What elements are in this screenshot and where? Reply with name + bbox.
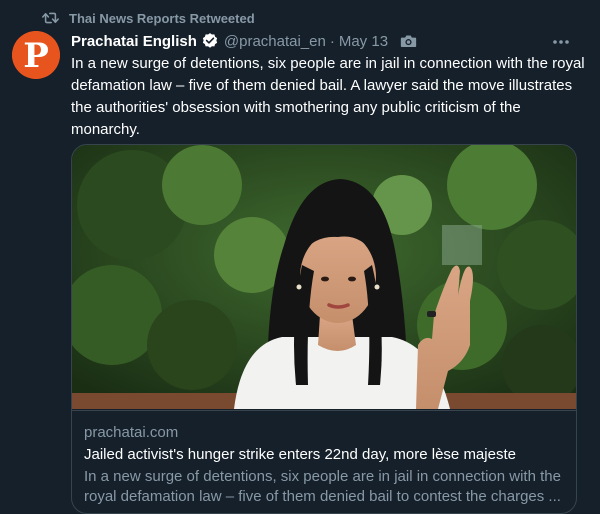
card-image [72,145,576,409]
retweeter-link[interactable]: Thai News Reports Retweeted [69,11,255,26]
avatar-letter: P [23,36,49,76]
author-handle[interactable]: @prachatai_en [224,33,326,50]
verified-badge-icon [201,32,219,50]
retweet-icon [42,11,59,25]
link-card[interactable]: prachatai.com Jailed activist's hunger s… [71,144,577,514]
meta-separator: · [329,32,335,50]
card-domain: prachatai.com [84,424,179,441]
tweet[interactable]: Thai News Reports Retweeted P Prachatai … [0,0,600,514]
more-options-icon[interactable] [546,32,576,52]
card-description: In a new surge of detentions, six people… [84,468,561,505]
retweet-context: Thai News Reports Retweeted [42,9,255,27]
card-meta: prachatai.com Jailed activist's hunger s… [72,410,576,507]
tweet-header: Prachatai English @prachatai_en · May 13 [71,30,584,52]
card-title: Jailed activist's hunger strike enters 2… [84,446,516,463]
camera-icon [400,34,417,48]
avatar[interactable]: P [12,31,60,79]
tweet-text: In a new surge of detentions, six people… [71,55,585,138]
author-display-name[interactable]: Prachatai English [71,33,197,50]
tweet-date[interactable]: May 13 [339,33,388,50]
